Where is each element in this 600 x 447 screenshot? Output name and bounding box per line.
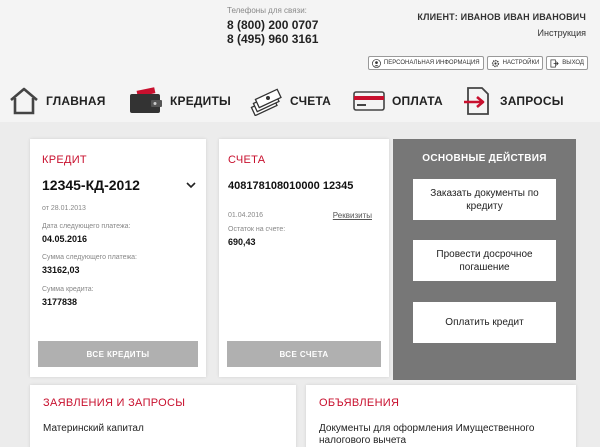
main-nav: ГЛАВНАЯ КРЕДИТЫ СЧЕТА ОПЛАТА ЗАПРОСЫ: [0, 78, 600, 122]
settings-label: НАСТРОЙКИ: [502, 60, 540, 66]
credit-card-icon: [353, 91, 385, 111]
announcements-item-tax-deduction[interactable]: Документы для оформления Имущественного …: [319, 423, 559, 447]
pay-credit-button[interactable]: Оплатить кредит: [413, 302, 556, 343]
next-payment-date: 04.05.2016: [42, 234, 88, 244]
phone-1[interactable]: 8 (800) 200 0707: [227, 18, 318, 32]
all-accounts-button[interactable]: ВСЕ СЧЕТА: [227, 341, 381, 367]
credit-card-panel: КРЕДИТ 12345-КД-2012 от 28.01.2013 Дата …: [30, 139, 206, 377]
next-payment-sum-label: Сумма следующего платежа:: [42, 254, 137, 261]
account-card-panel: СЧЕТА 408178108010000 12345 01.04.2016 Р…: [219, 139, 389, 377]
gear-icon: [491, 59, 500, 68]
nav-label-payment: ОПЛАТА: [392, 94, 443, 108]
nav-item-credits[interactable]: КРЕДИТЫ: [128, 84, 231, 118]
nav-label-home: ГЛАВНАЯ: [46, 94, 106, 108]
credit-sum-label: Сумма кредита:: [42, 286, 94, 293]
next-payment-date-label: Дата следующего платежа:: [42, 223, 131, 230]
requisites-link[interactable]: Реквизиты: [333, 211, 372, 220]
credit-select[interactable]: 12345-КД-2012: [42, 177, 196, 193]
statements-panel: ЗАЯВЛЕНИЯ И ЗАПРОСЫ Материнский капитал: [30, 385, 296, 447]
credit-date: от 28.01.2013: [42, 205, 86, 212]
statements-item-maternity-capital[interactable]: Материнский капитал: [43, 423, 144, 435]
cash-stack-icon: [250, 88, 282, 116]
chevron-down-icon: [186, 182, 196, 189]
order-documents-button[interactable]: Заказать документы по кредиту: [413, 179, 556, 220]
instruction-link[interactable]: Инструкция: [417, 28, 586, 38]
phones-caption: Телефоны для связи:: [227, 6, 307, 15]
all-credits-button[interactable]: ВСЕ КРЕДИТЫ: [38, 341, 198, 367]
personal-info-button[interactable]: ПЕРСОНАЛЬНАЯ ИНФОРМАЦИЯ: [367, 56, 484, 70]
nav-item-payment[interactable]: ОПЛАТА: [352, 84, 443, 118]
home-icon: [10, 87, 38, 115]
user-icon: [372, 58, 381, 68]
main-actions-panel: ОСНОВНЫЕ ДЕЙСТВИЯ Заказать документы по …: [393, 139, 576, 380]
credit-title: КРЕДИТ: [42, 154, 87, 166]
logout-icon: [550, 59, 559, 68]
account-title: СЧЕТА: [228, 154, 266, 166]
early-repayment-button[interactable]: Провести досрочное погашение: [413, 240, 556, 281]
account-balance: 690,43: [228, 237, 256, 247]
announcements-panel: ОБЪЯВЛЕНИЯ Документы для оформления Имущ…: [306, 385, 576, 447]
account-number: 408178108010000 12345: [228, 180, 354, 192]
nav-item-requests[interactable]: ЗАПРОСЫ: [462, 84, 564, 118]
nav-label-accounts: СЧЕТА: [290, 94, 332, 108]
nav-item-home[interactable]: ГЛАВНАЯ: [8, 84, 106, 118]
nav-label-requests: ЗАПРОСЫ: [500, 94, 564, 108]
account-date: 01.04.2016: [228, 212, 264, 219]
client-block: КЛИЕНТ: ИВАНОВ ИВАН ИВАНОВИЧ Инструкция: [417, 12, 586, 38]
settings-button[interactable]: НАСТРОЙКИ: [486, 56, 544, 70]
next-payment-sum: 33162,03: [42, 265, 80, 275]
announcements-title: ОБЪЯВЛЕНИЯ: [319, 397, 400, 409]
statements-title: ЗАЯВЛЕНИЯ И ЗАПРОСЫ: [43, 397, 186, 409]
credit-number: 12345-КД-2012: [42, 177, 140, 193]
phone-2[interactable]: 8 (495) 960 3161: [227, 32, 318, 46]
header: Телефоны для связи: 8 (800) 200 0707 8 (…: [0, 0, 600, 78]
document-arrow-icon: [464, 87, 489, 115]
credit-sum: 3177838: [42, 297, 78, 307]
personal-info-label: ПЕРСОНАЛЬНАЯ ИНФОРМАЦИЯ: [383, 60, 480, 66]
phones-block: Телефоны для связи: 8 (800) 200 0707 8 (…: [227, 6, 318, 46]
nav-label-credits: КРЕДИТЫ: [170, 94, 231, 108]
header-buttons: ПЕРСОНАЛЬНАЯ ИНФОРМАЦИЯ НАСТРОЙКИ ВЫХОД: [367, 56, 588, 70]
balance-label: Остаток на счете:: [228, 226, 286, 233]
nav-item-accounts[interactable]: СЧЕТА: [248, 84, 331, 118]
client-name: КЛИЕНТ: ИВАНОВ ИВАН ИВАНОВИЧ: [417, 12, 586, 22]
logout-label: ВЫХОД: [562, 60, 584, 66]
wallet-icon: [130, 87, 162, 113]
actions-title: ОСНОВНЫЕ ДЕЙСТВИЯ: [422, 153, 547, 164]
logout-button[interactable]: ВЫХОД: [546, 56, 588, 70]
